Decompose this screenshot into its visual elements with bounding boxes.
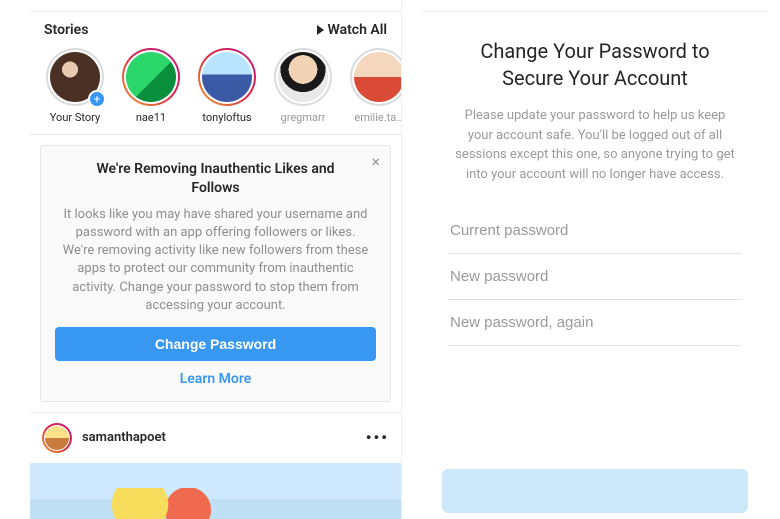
more-icon[interactable]: •••	[366, 428, 389, 447]
change-password-screen: Change Your Password to Secure Your Acco…	[422, 0, 768, 519]
notice-body: It looks like you may have shared your u…	[55, 206, 376, 327]
plus-icon: +	[88, 90, 106, 108]
learn-more-link[interactable]: Learn More	[55, 361, 376, 389]
post-image[interactable]	[30, 463, 401, 519]
story-label: gregmarr	[281, 111, 326, 124]
inauthentic-notice-card: × We're Removing Inauthentic Likes and F…	[40, 145, 391, 402]
change-password-button[interactable]: Change Password	[55, 327, 376, 361]
page-title: Change Your Password to Secure Your Acco…	[448, 38, 742, 106]
story-item[interactable]: tonyloftus	[196, 48, 258, 124]
story-item[interactable]: nae11	[120, 48, 182, 124]
app-header	[30, 0, 401, 12]
avatar	[202, 52, 252, 102]
avatar	[126, 52, 176, 102]
page-description: Please update your password to help us k…	[448, 106, 742, 208]
story-label: Your Story	[50, 111, 100, 124]
watch-all-label: Watch All	[328, 22, 388, 38]
feed-post: samanthapoet •••	[30, 412, 401, 519]
avatar	[278, 52, 328, 102]
watch-all-button[interactable]: Watch All	[317, 22, 388, 38]
post-username[interactable]: samanthapoet	[82, 430, 356, 445]
notice-title: We're Removing Inauthentic Likes and Fol…	[55, 160, 376, 206]
play-icon	[317, 25, 324, 35]
stories-row: + Your Story nae11 tonyloftus gregmarr e…	[30, 44, 401, 134]
story-label: tonyloftus	[202, 111, 251, 124]
story-label: nae11	[136, 111, 166, 124]
post-avatar[interactable]	[42, 423, 72, 453]
new-password-input[interactable]	[448, 254, 742, 300]
story-your-story[interactable]: + Your Story	[44, 48, 106, 124]
story-item[interactable]: emilie.ta…	[348, 48, 401, 124]
app-header	[422, 0, 768, 12]
divider	[30, 134, 401, 135]
stories-heading: Stories	[44, 22, 88, 38]
avatar	[354, 52, 401, 102]
new-password-again-input[interactable]	[448, 300, 742, 346]
close-icon[interactable]: ×	[371, 154, 380, 170]
story-label: emilie.ta…	[354, 111, 401, 124]
story-item[interactable]: gregmarr	[272, 48, 334, 124]
feed-screen: Stories Watch All + Your Story nae11 ton…	[30, 0, 402, 519]
current-password-input[interactable]	[448, 208, 742, 254]
submit-button[interactable]	[442, 469, 748, 513]
